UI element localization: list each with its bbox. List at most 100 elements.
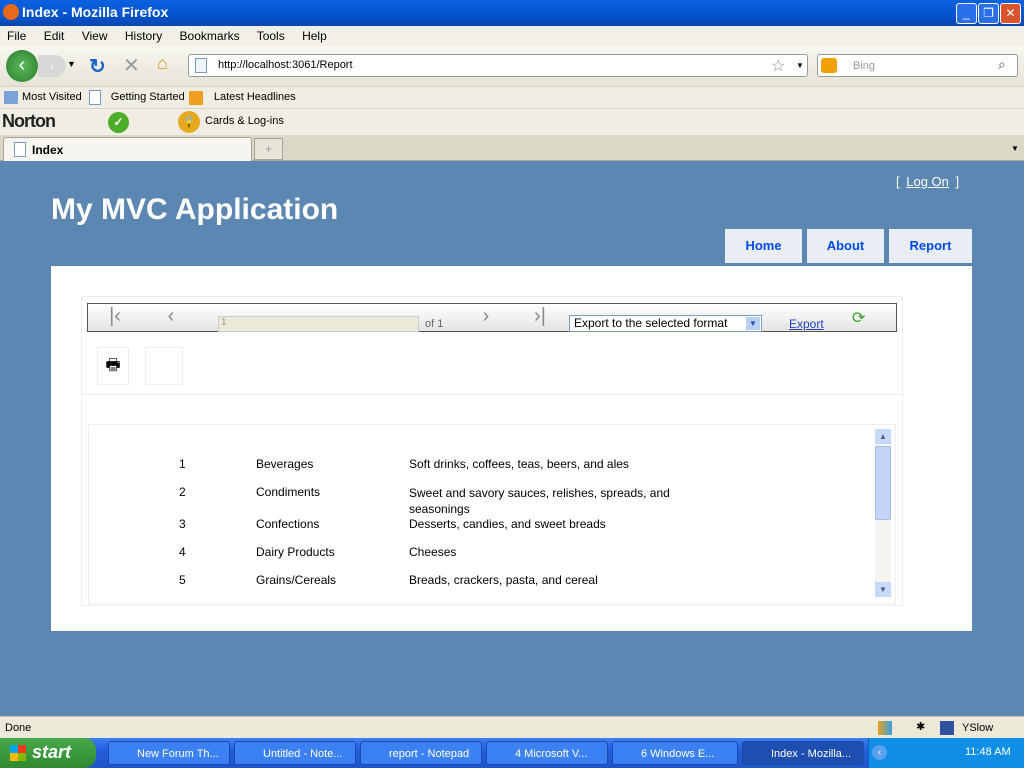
menu-bookmarks[interactable]: Bookmarks <box>180 29 240 43</box>
bookmarks-toolbar: Most Visited Getting Started Latest Head… <box>0 86 1024 108</box>
logon-link[interactable]: Log On <box>906 174 949 189</box>
row-desc: Breads, crackers, pasta, and cereal <box>409 573 598 587</box>
tab-index[interactable]: Index <box>3 137 252 161</box>
row-id: 2 <box>179 485 186 499</box>
yslow-icon[interactable] <box>940 721 954 735</box>
status-text: Done <box>5 722 32 734</box>
row-desc: Desserts, candies, and sweet breads <box>409 517 606 531</box>
firebug-icon[interactable]: ✱ <box>916 720 925 733</box>
minimize-button[interactable]: _ <box>956 3 977 24</box>
forward-button[interactable]: › <box>38 55 66 77</box>
menu-view[interactable]: View <box>82 29 108 43</box>
rss-icon <box>189 91 203 105</box>
export-link[interactable]: Export <box>789 317 824 331</box>
reload-icon[interactable]: ↻ <box>89 54 106 79</box>
taskbar-item-report-notepad[interactable]: report - Notepad <box>360 741 482 765</box>
previous-page-button[interactable]: ‹ <box>156 304 186 330</box>
norton-logo[interactable]: Norton <box>2 111 56 132</box>
bookmark-most-visited[interactable]: Most Visited <box>22 91 82 103</box>
menu-file[interactable]: File <box>7 29 26 43</box>
menu-history[interactable]: History <box>125 29 162 43</box>
report-body: 1 Beverages Soft drinks, coffees, teas, … <box>88 424 896 604</box>
row-name: Condiments <box>256 485 321 499</box>
menu-bar: File Edit View History Bookmarks Tools H… <box>0 26 1024 46</box>
page-number-input[interactable]: 1 <box>218 316 419 332</box>
tab-bar: Index + ▼ <box>0 135 1024 161</box>
vertical-scrollbar[interactable]: ▲ ▼ <box>875 429 891 597</box>
bookmark-latest-headlines[interactable]: Latest Headlines <box>214 91 296 103</box>
url-text: http://localhost:3061/Report <box>218 59 353 71</box>
report-toolbar: |‹ ‹ 1 of 1 › ›| Export to the selected … <box>87 303 897 332</box>
row-desc: Sweet and savory sauces, relishes, sprea… <box>409 486 670 516</box>
bing-icon[interactable] <box>821 58 837 73</box>
last-page-button[interactable]: ›| <box>525 304 555 330</box>
bookmark-getting-started[interactable]: Getting Started <box>111 91 185 103</box>
nav-about[interactable]: About <box>807 229 884 263</box>
start-label: start <box>32 742 72 762</box>
nav-home[interactable]: Home <box>725 229 802 263</box>
url-dropdown-icon[interactable]: ▼ <box>796 61 804 70</box>
refresh-icon[interactable]: ⟳ <box>852 308 865 328</box>
row-name: Grains/Cereals <box>256 573 337 587</box>
row-id: 4 <box>179 545 186 559</box>
page-title: My MVC Application <box>51 193 339 226</box>
yslow-label[interactable]: YSlow <box>962 722 993 734</box>
row-name: Dairy Products <box>256 545 335 559</box>
search-icon[interactable]: ⌕ <box>998 56 1006 73</box>
menu-tools[interactable]: Tools <box>257 29 285 43</box>
divider <box>82 394 904 395</box>
new-tab-button[interactable]: + <box>254 138 283 160</box>
window-title: Index - Mozilla Firefox <box>22 4 169 20</box>
scroll-thumb[interactable] <box>875 446 891 520</box>
menu-edit[interactable]: Edit <box>44 29 65 43</box>
close-button[interactable]: ✕ <box>1000 3 1021 24</box>
tab-list-button[interactable]: ▼ <box>1006 138 1024 160</box>
row-desc: Soft drinks, coffees, teas, beers, and a… <box>409 457 629 471</box>
maximize-button[interactable]: ❐ <box>978 3 999 24</box>
taskbar-item-visual-studio[interactable]: 4 Microsoft V... <box>486 741 608 765</box>
export-format-select[interactable]: Export to the selected format ▼ <box>569 315 762 332</box>
menu-help[interactable]: Help <box>302 29 327 43</box>
export-select-value: Export to the selected format <box>574 316 728 330</box>
row-name: Beverages <box>256 457 314 471</box>
page-icon <box>14 142 26 157</box>
page-icon <box>89 90 101 105</box>
cards-logins-menu[interactable]: Cards & Log-ins <box>205 115 284 127</box>
start-button[interactable]: start <box>0 738 96 768</box>
taskbar-item-firefox[interactable]: Index - Mozilla... <box>742 741 864 765</box>
taskbar-item-forum[interactable]: New Forum Th... <box>108 741 230 765</box>
most-visited-icon <box>4 91 18 104</box>
bookmark-star-icon[interactable]: ☆ <box>771 56 785 76</box>
taskbar-item-untitled-notepad[interactable]: Untitled - Note... <box>234 741 356 765</box>
first-page-button[interactable]: |‹ <box>100 304 130 330</box>
next-page-button[interactable]: › <box>471 304 501 330</box>
tab-label: Index <box>32 143 64 157</box>
title-bar: Index - Mozilla Firefox <box>0 0 1024 26</box>
taskbar-item-windows-explorer[interactable]: 6 Windows E... <box>612 741 738 765</box>
address-bar[interactable]: http://localhost:3061/Report ☆ ▼ <box>188 54 808 77</box>
scroll-down-button[interactable]: ▼ <box>875 582 891 597</box>
home-icon[interactable]: ⌂ <box>157 53 168 74</box>
scroll-up-button[interactable]: ▲ <box>875 429 891 444</box>
firefox-icon <box>3 4 19 20</box>
row-name: Confections <box>256 517 320 531</box>
row-id: 3 <box>179 517 186 531</box>
main-panel: |‹ ‹ 1 of 1 › ›| Export to the selected … <box>51 266 972 631</box>
search-box[interactable]: Bing ⌕ <box>817 54 1018 77</box>
nav-report[interactable]: Report <box>889 229 972 263</box>
tray-expand-icon[interactable]: ‹ <box>872 745 887 760</box>
windows-logo-icon <box>10 745 26 761</box>
row-id: 5 <box>179 573 186 587</box>
norton-status-icon[interactable]: ✓ <box>108 112 129 133</box>
status-addon-icon[interactable] <box>878 721 892 735</box>
chevron-down-icon: ▼ <box>746 317 760 330</box>
system-tray: ‹ 11:48 AM <box>868 738 1024 768</box>
logon-area: [ Log On ] <box>896 174 959 189</box>
history-dropdown-icon[interactable]: ▼ <box>67 59 76 69</box>
clock[interactable]: 11:48 AM <box>965 746 1011 758</box>
row-id: 1 <box>179 457 186 471</box>
print-button[interactable]: 🖶 <box>97 347 129 385</box>
page-count: of 1 <box>425 318 444 330</box>
back-button[interactable]: ‹ <box>6 50 38 82</box>
stop-icon[interactable]: ✕ <box>123 53 140 78</box>
